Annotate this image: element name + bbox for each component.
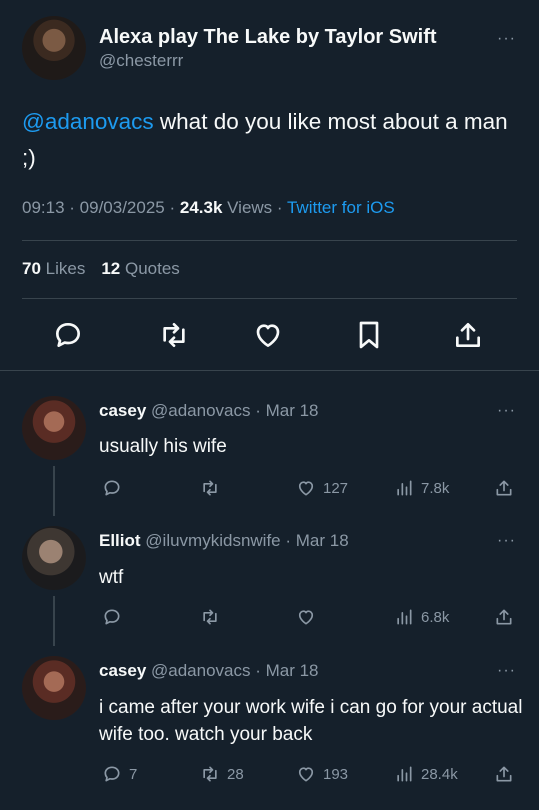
retweet-count: 28: [227, 765, 244, 783]
more-icon[interactable]: ···: [497, 30, 516, 48]
reply-share-button[interactable]: [494, 605, 514, 629]
views-icon: [397, 609, 412, 625]
more-icon[interactable]: ···: [497, 662, 516, 680]
heart-icon[interactable]: [252, 319, 284, 351]
quotes-count: 12: [101, 259, 121, 278]
more-icon[interactable]: ···: [497, 532, 516, 550]
bookmark-icon[interactable]: [353, 319, 385, 351]
reply-date[interactable]: · Mar 18: [251, 401, 318, 420]
reply-text: wtf: [99, 567, 124, 588]
meta-separator: ·: [64, 198, 80, 217]
reply-like-button[interactable]: [296, 605, 323, 629]
retweet-icon: [203, 609, 217, 625]
share-icon: [496, 766, 512, 782]
reply-author-handle[interactable]: @adanovacs: [146, 401, 251, 420]
tweet-source[interactable]: Twitter for iOS: [287, 198, 395, 217]
reply-views-button[interactable]: 28.4k: [394, 762, 458, 786]
reply-avatar[interactable]: [22, 396, 86, 460]
thread-connector: [53, 596, 55, 646]
reply-share-button[interactable]: [494, 476, 514, 500]
section-divider: [0, 370, 539, 371]
reply-date[interactable]: · Mar 18: [251, 661, 318, 680]
views-icon: [397, 766, 412, 782]
thread-connector: [53, 466, 55, 516]
reply-text: usually his wife: [99, 436, 227, 457]
view-count: 6.8k: [421, 608, 450, 626]
engagement-stats: 70 Likes 12 Quotes: [22, 259, 180, 279]
reply-avatar[interactable]: [22, 526, 86, 590]
retweet-icon[interactable]: [158, 319, 190, 351]
reply-author-name[interactable]: Elliot: [99, 531, 141, 550]
quotes-label: Quotes: [120, 259, 180, 278]
tweet-meta: 09:13 · 09/03/2025 · 24.3k Views · Twitt…: [22, 198, 395, 218]
like-count: 127: [323, 479, 349, 497]
reply-date[interactable]: · Mar 18: [281, 531, 348, 550]
share-icon: [496, 609, 512, 625]
reply-like-button[interactable]: 127: [296, 476, 348, 500]
reply-retweet-button[interactable]: 28: [200, 762, 244, 786]
author-handle[interactable]: @chesterrr: [99, 51, 183, 71]
view-count: 7.8k: [421, 479, 450, 497]
reply-author-handle[interactable]: @adanovacs: [146, 661, 251, 680]
view-count: 28.4k: [421, 765, 458, 783]
views-count: 24.3k: [179, 198, 223, 217]
reply-views-button[interactable]: 6.8k: [394, 605, 449, 629]
reply-views-button[interactable]: 7.8k: [394, 476, 449, 500]
author-display-name[interactable]: Alexa play The Lake by Taylor Swift: [99, 26, 437, 49]
reply-icon: [104, 480, 120, 496]
views-label: Views: [222, 198, 273, 217]
views-icon: [397, 480, 412, 496]
reply-icon: [104, 766, 120, 782]
reply-header: Elliot @iluvmykidsnwife · Mar 18: [99, 531, 349, 551]
likes-count: 70: [22, 259, 41, 278]
reply-text: i came after your work wife i can go for…: [99, 697, 523, 745]
meta-separator: ·: [164, 198, 180, 217]
tweet-text: @adanovacs what do you like most about a…: [22, 104, 522, 176]
reply-author-handle[interactable]: @iluvmykidsnwife: [141, 531, 280, 550]
share-icon: [496, 480, 512, 496]
reply-retweet-button[interactable]: [200, 476, 227, 500]
reply-reply-button[interactable]: [102, 476, 129, 500]
tweet-action-bar: [0, 313, 539, 357]
tweet-time[interactable]: 09:13: [22, 198, 65, 217]
meta-separator: ·: [272, 198, 287, 217]
tweet-date[interactable]: 09/03/2025: [80, 198, 165, 217]
share-icon[interactable]: [452, 319, 484, 351]
divider: [22, 298, 517, 299]
reply-icon[interactable]: [52, 319, 84, 351]
reply-reply-button[interactable]: 7: [102, 762, 137, 786]
reply-retweet-button[interactable]: [200, 605, 227, 629]
retweet-icon: [203, 480, 217, 496]
more-icon[interactable]: ···: [497, 402, 516, 420]
likes-label: Likes: [40, 259, 86, 278]
reply-header: casey @adanovacs · Mar 18: [99, 661, 319, 681]
heart-icon: [298, 767, 314, 782]
reply-share-button[interactable]: [494, 762, 514, 786]
reply-count: 7: [129, 765, 138, 783]
mention-link[interactable]: @adanovacs: [22, 109, 154, 134]
reply-author-name[interactable]: casey: [99, 661, 146, 680]
reply-icon: [104, 609, 120, 625]
like-count: 193: [323, 765, 349, 783]
likes-stat[interactable]: 70 Likes: [22, 259, 85, 278]
reply-like-button[interactable]: 193: [296, 762, 348, 786]
heart-icon: [298, 610, 314, 625]
reply-author-name[interactable]: casey: [99, 401, 146, 420]
quotes-stat[interactable]: 12 Quotes: [101, 259, 179, 278]
retweet-icon: [203, 766, 217, 782]
reply-avatar[interactable]: [22, 656, 86, 720]
reply-reply-button[interactable]: [102, 605, 129, 629]
reply-header: casey @adanovacs · Mar 18: [99, 401, 319, 421]
heart-icon: [298, 481, 314, 496]
author-avatar[interactable]: [22, 16, 86, 80]
divider: [22, 240, 517, 241]
